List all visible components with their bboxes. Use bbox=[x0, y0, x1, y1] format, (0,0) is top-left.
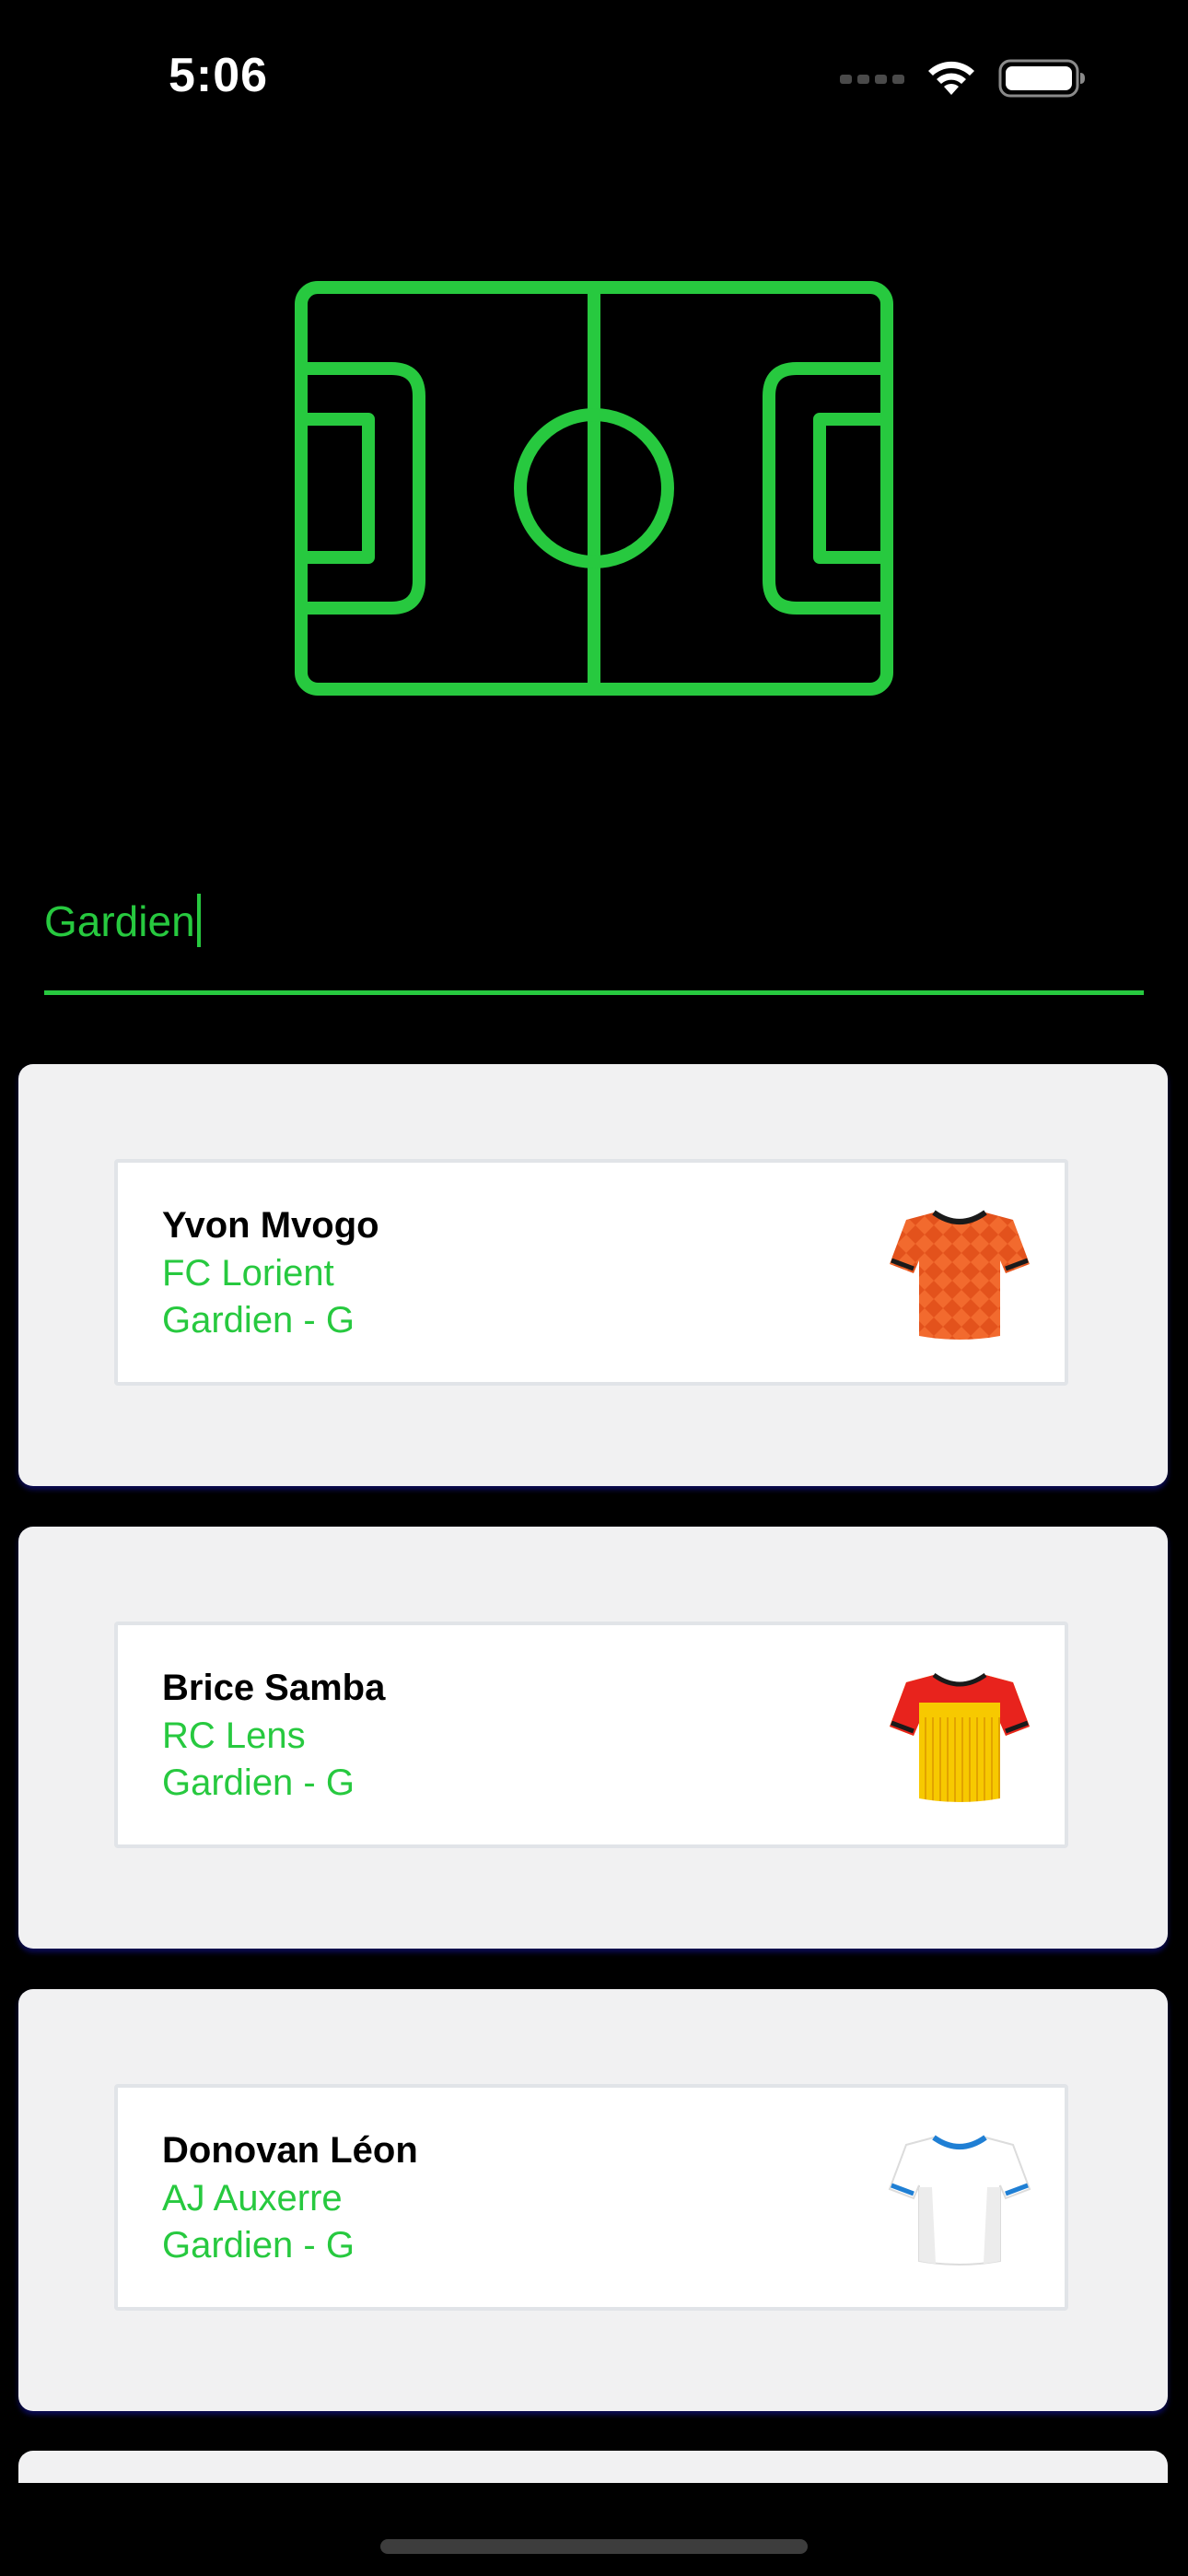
orange-jersey-icon bbox=[890, 1210, 1030, 1340]
wifi-icon bbox=[928, 61, 974, 95]
player-club: RC Lens bbox=[162, 1715, 306, 1756]
player-card[interactable]: Yvon Mvogo FC Lorient Gardien - G bbox=[18, 1064, 1168, 1486]
player-position: Gardien - G bbox=[162, 2225, 355, 2266]
pitch-logo bbox=[295, 281, 893, 696]
text-caret bbox=[196, 894, 201, 947]
status-time: 5:06 bbox=[169, 49, 269, 102]
battery-icon bbox=[998, 59, 1085, 98]
search-value: Gardien bbox=[44, 897, 195, 945]
white-blue-jersey-icon bbox=[888, 2135, 1031, 2266]
player-position: Gardien - G bbox=[162, 1762, 355, 1803]
search-field[interactable]: Gardien bbox=[44, 884, 1144, 995]
bottom-safe-area bbox=[0, 2483, 1188, 2576]
player-card-content[interactable]: Yvon Mvogo FC Lorient Gardien - G bbox=[114, 1159, 1068, 1386]
player-card[interactable]: Brice Samba RC Lens Gardien - G bbox=[18, 1527, 1168, 1949]
search-input-text[interactable]: Gardien bbox=[44, 894, 201, 947]
player-name: Donovan Léon bbox=[162, 2130, 418, 2171]
player-position: Gardien - G bbox=[162, 1300, 355, 1341]
status-bar: 5:06 bbox=[0, 0, 1188, 157]
player-card-content[interactable]: Donovan Léon AJ Auxerre Gardien - G bbox=[114, 2084, 1068, 2311]
football-pitch-icon bbox=[295, 281, 893, 696]
player-card-partial[interactable] bbox=[18, 2451, 1168, 2488]
status-icons bbox=[840, 55, 1087, 101]
cellular-dots-icon bbox=[840, 75, 904, 84]
red-yellow-jersey-icon bbox=[890, 1672, 1030, 1802]
player-card[interactable]: Donovan Léon AJ Auxerre Gardien - G bbox=[18, 1989, 1168, 2411]
player-name: Yvon Mvogo bbox=[162, 1205, 379, 1246]
home-indicator[interactable] bbox=[380, 2539, 808, 2554]
player-club: AJ Auxerre bbox=[162, 2178, 343, 2219]
player-name: Brice Samba bbox=[162, 1668, 386, 1708]
player-card-content[interactable]: Brice Samba RC Lens Gardien - G bbox=[114, 1622, 1068, 1848]
player-club: FC Lorient bbox=[162, 1253, 334, 1294]
